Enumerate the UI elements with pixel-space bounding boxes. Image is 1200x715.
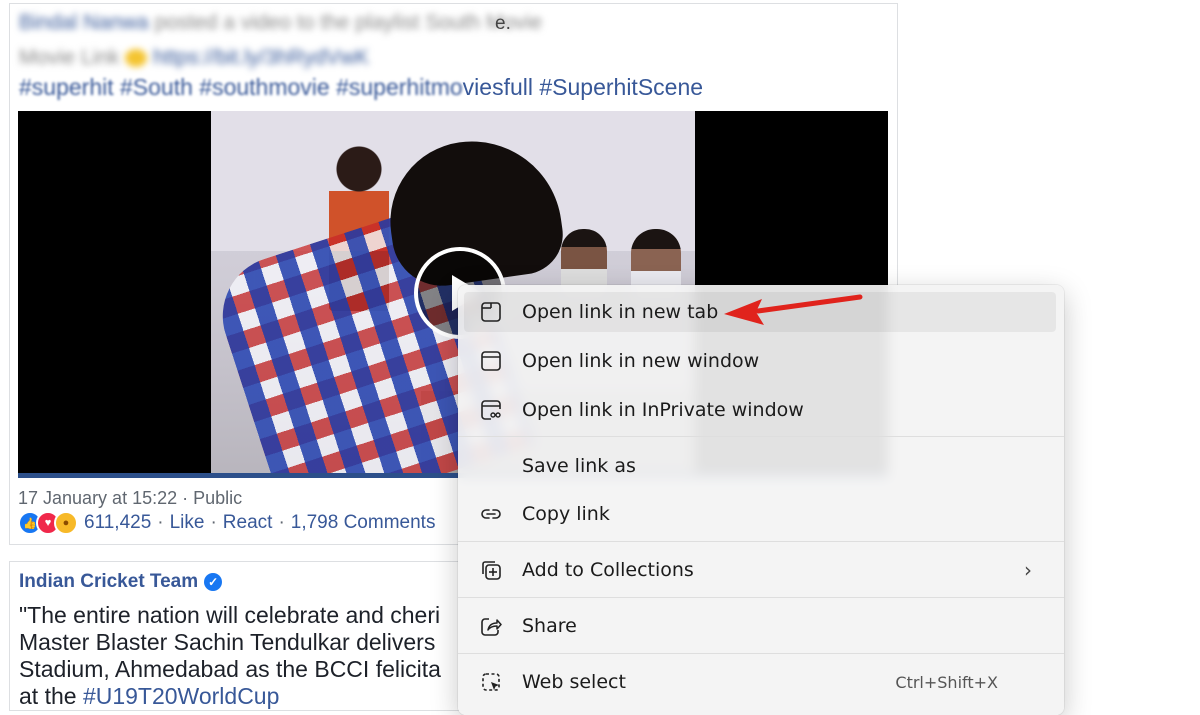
post2-text-line: Stadium, Ahmedabad as the BCCI felicita — [19, 656, 441, 682]
menu-divider — [458, 653, 1064, 654]
post2-text-line: at the #U19T20WorldCup — [19, 683, 280, 709]
post2-author: Indian Cricket Team ✓ — [19, 571, 223, 593]
post2-text-line: "The entire nation will celebrate and ch… — [19, 602, 441, 628]
post-header-tail: e. — [495, 13, 511, 34]
post-visibility: Public — [193, 488, 243, 508]
share-icon — [481, 618, 502, 636]
chevron-right-icon: › — [1024, 558, 1032, 582]
menu-item-copy-link[interactable]: Copy link — [464, 494, 1056, 534]
reactions-bar: 👍 ♥ ● 611,425 · Like · React · 1,798 Com… — [18, 511, 435, 535]
tab-icon — [481, 302, 501, 322]
web-select-icon — [482, 673, 500, 691]
menu-item-open-new-window[interactable]: Open link in new window — [464, 341, 1056, 381]
inprivate-icon — [481, 400, 501, 420]
verified-badge-icon: ✓ — [204, 573, 223, 591]
link-icon — [481, 509, 501, 519]
post-header-text-blurred: posted a video to the playlist South Mov… — [154, 11, 543, 34]
hashtags-obscured[interactable]: #superhit #South #southmovie #superhitmo — [19, 74, 463, 100]
post-meta: 17 January at 15:22 · Public — [18, 488, 243, 508]
post2-hashtag-link[interactable]: #U19T20WorldCup — [83, 683, 279, 709]
web-select-shortcut: Ctrl+Shift+X — [895, 672, 998, 692]
post-header-blurred: Bindal Nanwa posted a video to the playl… — [19, 11, 542, 35]
menu-item-save-link-as[interactable]: Save link as — [464, 446, 1056, 486]
post-timestamp[interactable]: 17 January at 15:22 — [18, 488, 177, 508]
annotation-arrow-icon — [724, 294, 863, 325]
menu-item-add-to-collections[interactable]: Add to Collections › — [464, 550, 1056, 590]
post-text-link[interactable]: https://bit.ly/3hRydVwK — [153, 46, 369, 69]
care-reaction-icon: ● — [54, 511, 78, 535]
post-hashtags: #superhit #South #southmovie #superhitmo… — [19, 74, 703, 101]
menu-item-open-inprivate[interactable]: Open link in InPrivate window — [464, 390, 1056, 430]
hashtags-visible[interactable]: viesfull #SuperhitScene — [463, 74, 703, 100]
post-author-blurred[interactable]: Bindal Nanwa — [19, 11, 149, 34]
react-link[interactable]: React — [223, 512, 273, 534]
menu-item-share[interactable]: Share — [464, 606, 1056, 646]
menu-item-web-select[interactable]: Web select Ctrl+Shift+X — [464, 662, 1056, 702]
post-text-blurred: Movie Link https://bit.ly/3hRydVwK — [19, 46, 369, 70]
post-text-movie-link-label: Movie Link — [19, 46, 120, 69]
menu-divider — [458, 541, 1064, 542]
menu-divider — [458, 436, 1064, 437]
collections-icon — [482, 561, 501, 580]
reaction-count[interactable]: 611,425 — [84, 512, 151, 534]
context-menu: Open link in new tab Open link in new wi… — [458, 285, 1064, 715]
reaction-icons[interactable]: 👍 ♥ ● — [18, 511, 78, 535]
comments-link[interactable]: 1,798 Comments — [291, 512, 436, 534]
like-link[interactable]: Like — [170, 512, 205, 534]
post2-author-name[interactable]: Indian Cricket Team — [19, 571, 198, 593]
emoji-icon — [125, 49, 148, 68]
post2-text: "The entire nation will celebrate and ch… — [19, 602, 441, 710]
post2-text-line: Master Blaster Sachin Tendulkar delivers — [19, 629, 436, 655]
menu-divider — [458, 597, 1064, 598]
window-icon — [481, 351, 501, 371]
